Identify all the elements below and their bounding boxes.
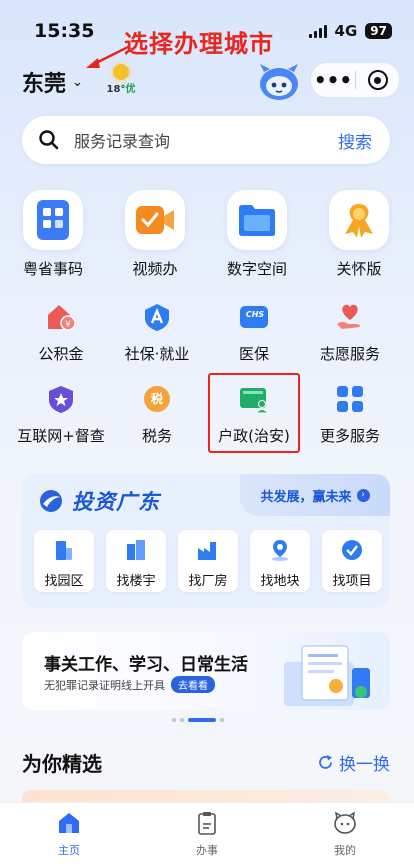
tab-label: 主页 (58, 844, 80, 857)
city-name: 东莞 (22, 72, 67, 97)
more-grid-icon (333, 382, 367, 416)
service-volunteer[interactable]: 志愿服务 (300, 300, 400, 364)
invest-tile-park[interactable]: 找园区 (34, 530, 94, 592)
refresh-icon (319, 755, 332, 769)
service-label: 粤省事码 (22, 260, 83, 278)
social-security-icon (140, 300, 174, 334)
service-care-mode[interactable]: 关怀版 (314, 190, 404, 279)
folder-icon (227, 190, 287, 250)
tab-bar: 主页 办事 我的 (0, 802, 414, 864)
service-yue-code[interactable]: 粤省事码 (8, 190, 98, 279)
refresh-label: 换一换 (339, 755, 390, 775)
tab-services[interactable]: 办事 (138, 803, 276, 864)
search-bar[interactable]: 服务记录查询 搜索 (22, 116, 390, 164)
service-label: 税务 (141, 427, 172, 445)
search-button[interactable]: 搜索 (338, 128, 372, 153)
qr-code-icon (23, 190, 83, 250)
volunteer-heart-icon (333, 300, 367, 334)
video-camera-icon (125, 190, 185, 250)
tax-badge: 税 (150, 392, 163, 406)
medical-badge: CHS (245, 310, 265, 319)
park-icon (56, 541, 72, 560)
banner-subtitle: 无犯罪记录证明线上开具 (44, 678, 165, 692)
service-label: 公积金 (38, 345, 84, 363)
care-ribbon-icon (329, 190, 389, 250)
tab-home[interactable]: 主页 (0, 803, 138, 864)
tab-label: 办事 (196, 844, 218, 857)
profile-face-icon (334, 811, 356, 834)
chevron-down-icon: ⌄ (72, 74, 83, 90)
chevron-right-icon: › (356, 488, 370, 502)
service-label: 志愿服务 (319, 345, 380, 363)
shield-star-icon (44, 382, 78, 416)
banner-headline: 事关工作、学习、日常生活 (44, 655, 248, 675)
invest-slogan[interactable]: 共发展，赢未来 › (240, 474, 390, 516)
weather-temp: 18° (106, 84, 126, 95)
slogan-text: 共发展，赢未来 (260, 489, 352, 505)
tile-label: 找项目 (332, 574, 372, 589)
invest-tile-project[interactable]: 找项目 (322, 530, 382, 592)
service-label: 数字空间 (226, 260, 287, 278)
service-internet-supervision[interactable]: 互联网+督查 (11, 382, 111, 446)
banner-cta-button[interactable]: 去看看 (171, 676, 215, 693)
city-selector[interactable]: 东莞 ⌄ (22, 66, 83, 98)
service-label: 医保 (238, 345, 269, 363)
building-icon (127, 540, 145, 560)
service-label: 更多服务 (319, 427, 380, 445)
close-target-icon[interactable] (356, 70, 399, 90)
more-options-icon[interactable]: ••• (311, 70, 355, 90)
sun-icon (113, 64, 129, 80)
annotation-highlight-box (208, 373, 300, 453)
invest-title-text: 投资广东 (72, 490, 160, 514)
invest-logo-icon (40, 490, 62, 512)
clipboard-icon (198, 812, 216, 835)
project-icon (342, 540, 362, 560)
network-label: 4G (334, 22, 358, 40)
weather-widget[interactable]: 18°优 (104, 64, 138, 95)
service-housing-fund[interactable]: ¥ 公积金 (11, 300, 111, 364)
house-fund-icon: ¥ (44, 300, 78, 334)
tile-label: 找地块 (260, 574, 300, 589)
invest-title[interactable]: 投资广东 (38, 486, 160, 516)
factory-icon (198, 542, 216, 560)
annotation-text: 选择办理城市 (124, 30, 274, 58)
service-label: 关怀版 (336, 260, 382, 278)
promo-banner[interactable]: 事关工作、学习、日常生活 无犯罪记录证明线上开具 去看看 (22, 632, 390, 710)
assistant-mascot-icon[interactable] (256, 62, 302, 102)
invest-tile-building[interactable]: 找楼宇 (106, 530, 166, 592)
status-indicators: 4G 97 (308, 22, 392, 40)
mini-program-capsule: ••• (310, 62, 400, 98)
service-label: 社保·就业 (124, 345, 190, 363)
service-video[interactable]: 视频办 (110, 190, 200, 279)
tile-label: 找楼宇 (116, 574, 156, 589)
tab-profile[interactable]: 我的 (276, 803, 414, 864)
service-digital-space[interactable]: 数字空间 (212, 190, 302, 279)
service-social-security[interactable]: 社保·就业 (107, 300, 207, 364)
service-label: 视频办 (132, 260, 178, 278)
featured-title: 为你精选 (22, 752, 102, 776)
banner-subtitle-row: 无犯罪记录证明线上开具 去看看 (44, 676, 215, 693)
battery-indicator: 97 (365, 23, 392, 39)
tile-label: 找园区 (44, 574, 84, 589)
invest-tile-land[interactable]: 找地块 (250, 530, 310, 592)
refresh-button[interactable]: 换一换 (317, 750, 390, 775)
land-pin-icon (272, 540, 288, 561)
air-quality: 优 (125, 84, 136, 95)
status-time: 15:35 (34, 20, 95, 42)
service-label: 互联网+督查 (17, 427, 105, 445)
certificate-illustration-icon (284, 645, 370, 706)
tile-label: 找厂房 (188, 574, 228, 589)
home-icon (59, 813, 79, 833)
carousel-indicator (172, 718, 224, 722)
search-input[interactable]: 服务记录查询 (74, 128, 338, 152)
search-icon (39, 130, 59, 150)
signal-icon (308, 24, 327, 38)
invest-guangdong-panel: 投资广东 共发展，赢未来 › 找园区 找楼宇 找厂房 找地块 找项目 (22, 474, 390, 608)
service-more[interactable]: 更多服务 (300, 382, 400, 446)
invest-tile-factory[interactable]: 找厂房 (178, 530, 238, 592)
svg-text:¥: ¥ (65, 320, 71, 330)
tab-label: 我的 (334, 844, 356, 857)
